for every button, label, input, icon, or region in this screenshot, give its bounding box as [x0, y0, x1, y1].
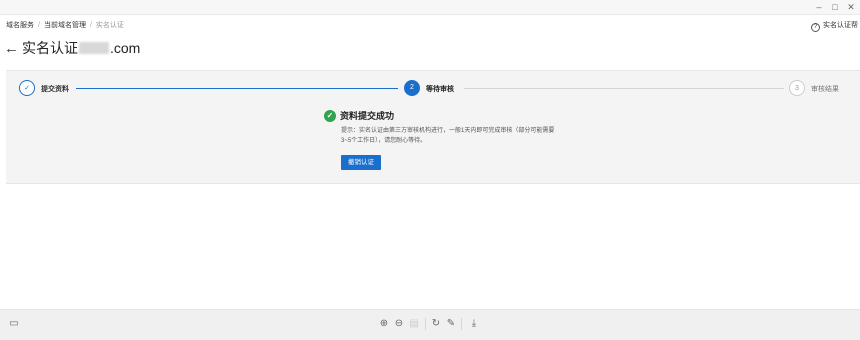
breadcrumb-item-current: 实名认证 — [95, 22, 124, 29]
page-header: ← 实名认证 .com — [4, 39, 140, 57]
window-titlebar: – □ ✕ — [0, 0, 860, 15]
close-icon[interactable]: ✕ — [844, 1, 858, 13]
redacted-domain — [79, 42, 109, 54]
review-hint: 提示：实名认证由第三方审核机构进行，一般1天内即可完成审核（部分可能需要3~5个… — [341, 128, 555, 144]
bottom-toolbar: ▭ ⊕ ⊖ ▤ ↻ ✎ ⤓ — [0, 309, 860, 340]
success-check-icon: ✓ — [324, 109, 336, 122]
success-message: ✓ 资料提交成功 — [324, 109, 394, 122]
step-1-label: 提交资料 — [41, 86, 69, 93]
breadcrumb-separator: / — [89, 22, 92, 29]
breadcrumb-separator: / — [38, 22, 40, 29]
step-1-done-icon: ✓ — [19, 80, 35, 96]
help-label: 实名认证帮 — [823, 22, 858, 29]
toolbar-divider — [461, 318, 462, 330]
fit-page-icon[interactable]: ▤ — [408, 318, 420, 330]
back-arrow-icon[interactable]: ← — [4, 41, 19, 56]
step-connector-done — [76, 88, 398, 89]
page-title-prefix: 实名认证 — [22, 40, 78, 56]
zoom-in-icon[interactable]: ⊕ — [378, 318, 390, 330]
rotate-icon[interactable]: ↻ — [430, 318, 442, 330]
page-title: 实名认证 .com — [22, 38, 140, 58]
download-icon[interactable]: ⤓ — [468, 318, 480, 330]
success-title: 资料提交成功 — [340, 111, 395, 121]
panel-icon[interactable]: ▭ — [8, 318, 20, 330]
page-title-suffix: .com — [110, 40, 141, 56]
toolbar-divider — [425, 318, 426, 330]
maximize-icon[interactable]: □ — [828, 1, 842, 13]
revoke-button[interactable]: 撤销认证 — [341, 155, 381, 170]
minimize-icon[interactable]: – — [812, 1, 826, 13]
step-2-number: 2 — [404, 80, 420, 96]
help-link[interactable]: ? 实名认证帮 — [811, 20, 858, 32]
question-icon: ? — [811, 23, 820, 32]
verification-card: ✓ 提交资料 2 等待审核 3 审核结果 ✓ 资料提交成功 提示：实名认证由第三… — [6, 70, 860, 184]
breadcrumb: 域名服务 / 当前域名管理 / 实名认证 — [6, 20, 124, 30]
breadcrumb-item-domain-manage[interactable]: 当前域名管理 — [44, 22, 86, 29]
breadcrumb-item-domain-service[interactable]: 域名服务 — [6, 22, 34, 29]
zoom-out-icon[interactable]: ⊖ — [393, 318, 405, 330]
edit-icon[interactable]: ✎ — [445, 318, 457, 330]
step-2-label: 等待审核 — [426, 86, 454, 93]
step-3-label: 审核结果 — [811, 86, 839, 93]
step-connector-pending — [464, 88, 784, 89]
step-3-number: 3 — [789, 80, 805, 96]
